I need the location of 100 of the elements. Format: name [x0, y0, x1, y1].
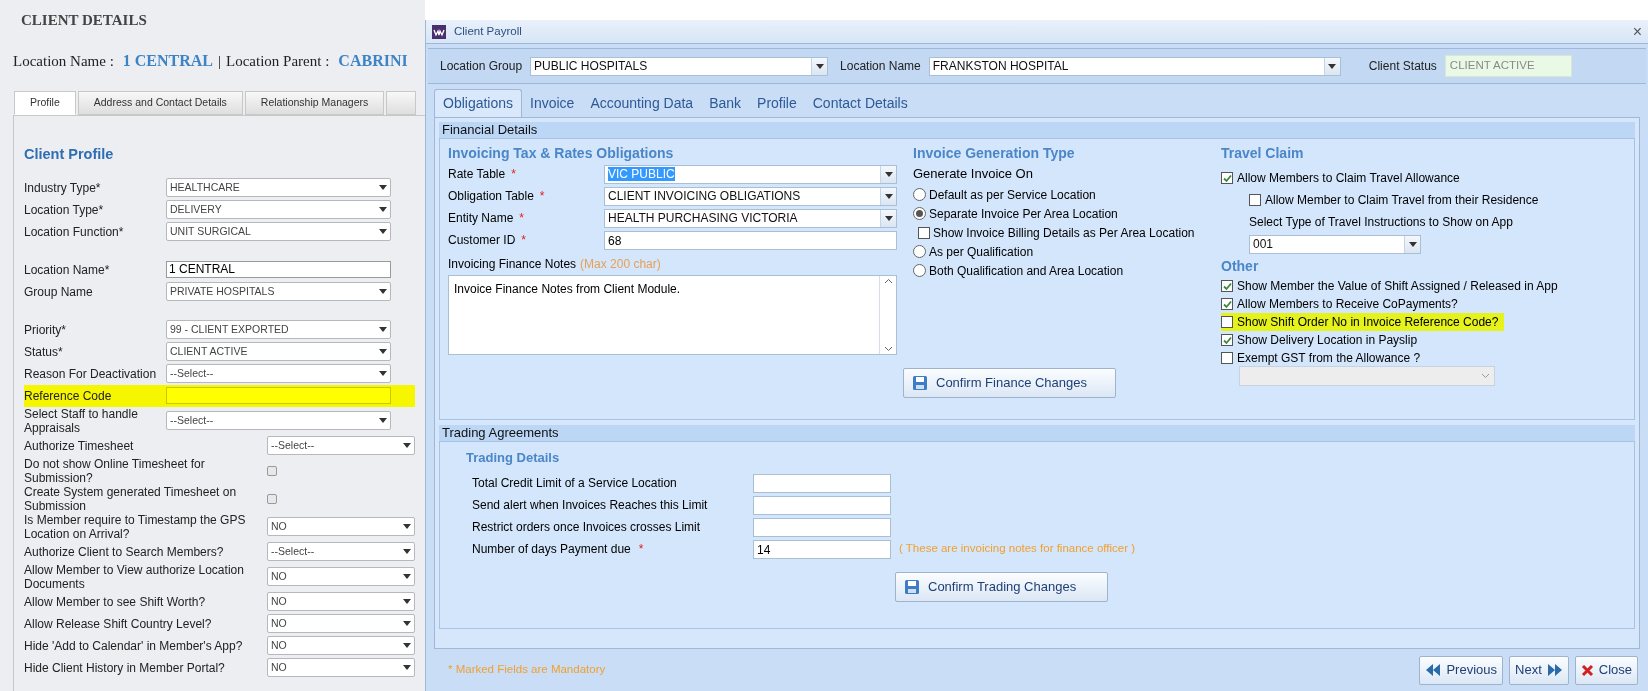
- dropdown-field[interactable]: --Select--: [166, 411, 391, 431]
- field-label: Hide 'Add to Calendar' in Member's App?: [24, 638, 244, 653]
- notes-field[interactable]: Invoice Finance Notes from Client Module.: [448, 275, 897, 355]
- option-label: Allow Member to Claim Travel from their Residence: [1265, 192, 1539, 209]
- dropdown-field[interactable]: CLIENT INVOICING OBLIGATIONS: [604, 186, 897, 206]
- close-icon: [1580, 663, 1594, 677]
- dropdown-field[interactable]: HEALTHCARE: [166, 178, 391, 198]
- option-label: Both Qualification and Area Location: [929, 262, 1124, 280]
- dropdown-field[interactable]: 99 - CLIENT EXPORTED: [166, 320, 391, 340]
- radio-button[interactable]: [913, 207, 926, 220]
- checkbox[interactable]: [1221, 298, 1233, 310]
- caret-icon: [884, 171, 893, 177]
- footer-button[interactable]: Close: [1574, 655, 1638, 685]
- field-label: Invoicing Finance Notes: [448, 256, 577, 273]
- checkbox[interactable]: [1221, 316, 1233, 328]
- field-label: Location Group: [440, 58, 523, 75]
- dropdown-field[interactable]: DELIVERY: [166, 200, 391, 220]
- tab[interactable]: Invoice: [522, 89, 583, 117]
- tab[interactable]: Contact Details: [804, 89, 916, 117]
- option-label: Show Member the Value of Shift Assigned / Released in App: [1237, 278, 1558, 295]
- caret-icon: [1408, 241, 1417, 247]
- tab[interactable]: Accounting Data: [582, 89, 702, 117]
- field-label: Total Credit Limit of a Service Location: [472, 475, 677, 492]
- text-field[interactable]: [753, 473, 891, 493]
- checkbox[interactable]: [267, 465, 277, 476]
- checkbox[interactable]: [267, 493, 277, 504]
- caret-icon: [403, 643, 411, 649]
- close-button[interactable]: ×: [1632, 23, 1642, 40]
- rewind-icon: [1425, 664, 1442, 676]
- dropdown-field[interactable]: PRIVATE HOSPITALS: [166, 282, 391, 302]
- tab[interactable]: Obligations: [434, 89, 523, 117]
- save-icon: [912, 375, 928, 391]
- text-field[interactable]: [166, 387, 391, 405]
- dropdown-field[interactable]: --Select--: [267, 542, 415, 562]
- section-heading: Other: [1221, 256, 1260, 276]
- section-header: Trading Agreements: [439, 425, 1635, 441]
- field-label: Location Name*: [24, 262, 111, 277]
- field-label: Obligation Table: [448, 188, 534, 205]
- dropdown-field[interactable]: NO: [267, 567, 415, 587]
- window-title: Client Payroll: [454, 23, 523, 39]
- field-label: Rate Table: [448, 166, 506, 183]
- confirm-button[interactable]: Confirm Trading Changes: [895, 572, 1108, 602]
- field-label: Reason For Deactivation: [24, 366, 158, 381]
- caret-icon: [403, 665, 411, 671]
- caret-icon: [403, 599, 411, 605]
- dropdown-field[interactable]: 001: [1249, 234, 1421, 254]
- tab[interactable]: Address and Contact Details: [77, 91, 243, 115]
- checkbox[interactable]: [918, 226, 930, 239]
- dropdown-field[interactable]: PUBLIC HOSPITALS: [530, 56, 829, 76]
- dropdown-field[interactable]: HEALTH PURCHASING VICTORIA: [604, 208, 897, 228]
- dropdown-field[interactable]: UNIT SURGICAL: [166, 222, 391, 242]
- checkbox[interactable]: [1249, 194, 1261, 206]
- field-label: Priority*: [24, 322, 67, 337]
- text-field[interactable]: [753, 517, 891, 537]
- dropdown-field[interactable]: --Select--: [267, 436, 415, 456]
- checkbox[interactable]: [1221, 352, 1233, 364]
- dropdown-field[interactable]: --Select--: [166, 364, 391, 384]
- dropdown-field[interactable]: NO: [267, 658, 415, 678]
- section-heading: Invoice Generation Type: [913, 144, 1076, 163]
- dropdown-field[interactable]: NO: [267, 592, 415, 612]
- tab[interactable]: Profile: [14, 91, 76, 115]
- page-title: CLIENT DETAILS: [20, 11, 148, 29]
- caret-icon: [1328, 63, 1337, 69]
- section-heading: Invoicing Tax & Rates Obligations: [448, 144, 675, 163]
- dropdown-field[interactable]: [1239, 366, 1495, 386]
- radio-button[interactable]: [913, 245, 926, 258]
- tab[interactable]: Bank: [701, 89, 750, 117]
- dropdown-field[interactable]: NO: [267, 636, 415, 656]
- checkbox[interactable]: [1221, 334, 1233, 346]
- tab[interactable]: Relationship Managers: [244, 91, 385, 115]
- footer-button[interactable]: Next: [1509, 655, 1569, 685]
- field-label: Allow Release Shift Country Level?: [24, 616, 213, 631]
- caret-icon: [379, 371, 387, 377]
- dropdown-field[interactable]: FRANKSTON HOSPITAL: [928, 56, 1341, 76]
- check-icon: [1222, 335, 1232, 345]
- footer-button[interactable]: Previous: [1419, 655, 1503, 685]
- section-header: Financial Details: [439, 122, 1635, 138]
- dropdown-field[interactable]: NO: [267, 517, 415, 537]
- text-field[interactable]: 68: [604, 230, 897, 250]
- caret-icon: [379, 229, 387, 235]
- field-label: Group Name: [24, 284, 94, 299]
- option-label: Allow Members to Claim Travel Allowance: [1237, 170, 1460, 187]
- text-field[interactable]: [753, 495, 891, 515]
- save-icon: [904, 579, 920, 595]
- checkbox[interactable]: [1221, 172, 1233, 184]
- dropdown-field[interactable]: CLIENT ACTIVE: [166, 342, 391, 362]
- confirm-button[interactable]: Confirm Finance Changes: [903, 368, 1116, 398]
- option-label: Show Invoice Billing Details as Per Area Location: [933, 224, 1195, 242]
- location-name-label: Location Name :: [13, 52, 114, 71]
- tab[interactable]: Profile: [749, 89, 805, 117]
- dropdown-field[interactable]: NO: [267, 614, 415, 634]
- caret-icon: [815, 63, 824, 69]
- checkbox[interactable]: [1221, 280, 1233, 292]
- required-mark: *: [519, 210, 525, 227]
- section-title: Client Profile: [24, 145, 115, 164]
- section-heading: Travel Claim: [1221, 144, 1305, 163]
- text-field[interactable]: 1 CENTRAL: [166, 261, 391, 279]
- radio-button[interactable]: [913, 188, 926, 201]
- radio-button[interactable]: [913, 264, 926, 277]
- text-field[interactable]: 14: [753, 539, 891, 559]
